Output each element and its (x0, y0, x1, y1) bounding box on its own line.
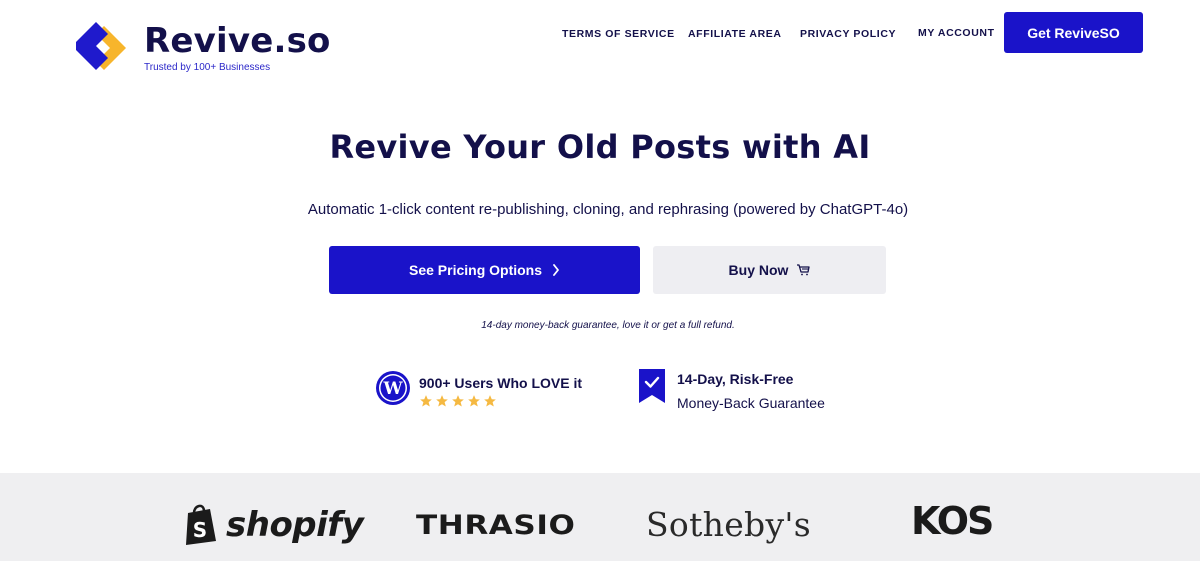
users-badge: W 900+ Users Who LOVE it (375, 370, 582, 408)
hero-title: Revive Your Old Posts with AI (329, 128, 871, 166)
logo-name: Revive.so (144, 21, 331, 61)
check-ribbon-icon (639, 369, 665, 403)
refund-badge: 14-Day, Risk-Free Money-Back Guarantee (638, 368, 825, 411)
star-icon (468, 395, 480, 407)
logo-text: Revive.so Trusted by 100+ Businesses (144, 22, 331, 73)
site-logo-link[interactable]: Revive.so Trusted by 100+ Businesses (74, 18, 331, 74)
cart-icon (796, 264, 811, 276)
shopify-bag-icon: S (186, 504, 216, 545)
star-icon (452, 395, 464, 407)
see-pricing-options-button[interactable]: See Pricing Options (329, 246, 640, 294)
svg-text:W: W (382, 379, 403, 399)
nav-terms-of-service[interactable]: TERMS OF SERVICE (562, 28, 675, 40)
hero-subtitle: Automatic 1-click content re-publishing,… (307, 201, 909, 218)
wordpress-icon: W (376, 371, 410, 405)
thrasio-logo: THRASIO (416, 510, 576, 541)
star-icon (484, 395, 496, 407)
star-icon (436, 395, 448, 407)
shopify-wordmark: shopify (226, 505, 364, 545)
buy-now-label: Buy Now (728, 262, 789, 278)
buy-now-button[interactable]: Buy Now (653, 246, 886, 294)
users-badge-title: 900+ Users Who LOVE it (419, 375, 582, 391)
svg-text:S: S (193, 518, 207, 542)
chevron-right-icon (552, 264, 560, 276)
guarantee-note: 14-day money-back guarantee, love it or … (481, 320, 735, 331)
kos-logo: KOS (911, 499, 994, 543)
rating-stars (419, 394, 582, 408)
nav-affiliate-area[interactable]: AFFILIATE AREA (688, 28, 782, 40)
nav-my-account[interactable]: MY ACCOUNT (918, 27, 995, 39)
client-logos-strip: S shopify THRASIO Sotheby's KOS (0, 473, 1200, 561)
see-pricing-options-label: See Pricing Options (408, 262, 543, 278)
revive-logo-icon (76, 22, 126, 70)
refund-badge-title: 14-Day, Risk-Free (677, 371, 794, 387)
nav-privacy-policy[interactable]: PRIVACY POLICY (800, 28, 896, 40)
refund-badge-subtitle: Money-Back Guarantee (677, 395, 825, 411)
sothebys-logo: Sotheby's (646, 505, 811, 544)
star-icon (420, 395, 432, 407)
get-reviveso-button[interactable]: Get ReviveSO (1004, 12, 1143, 53)
logo-tagline: Trusted by 100+ Businesses (144, 62, 271, 73)
shopify-logo: S shopify (182, 501, 364, 545)
site-header: Revive.so Trusted by 100+ Businesses TER… (0, 0, 1200, 80)
